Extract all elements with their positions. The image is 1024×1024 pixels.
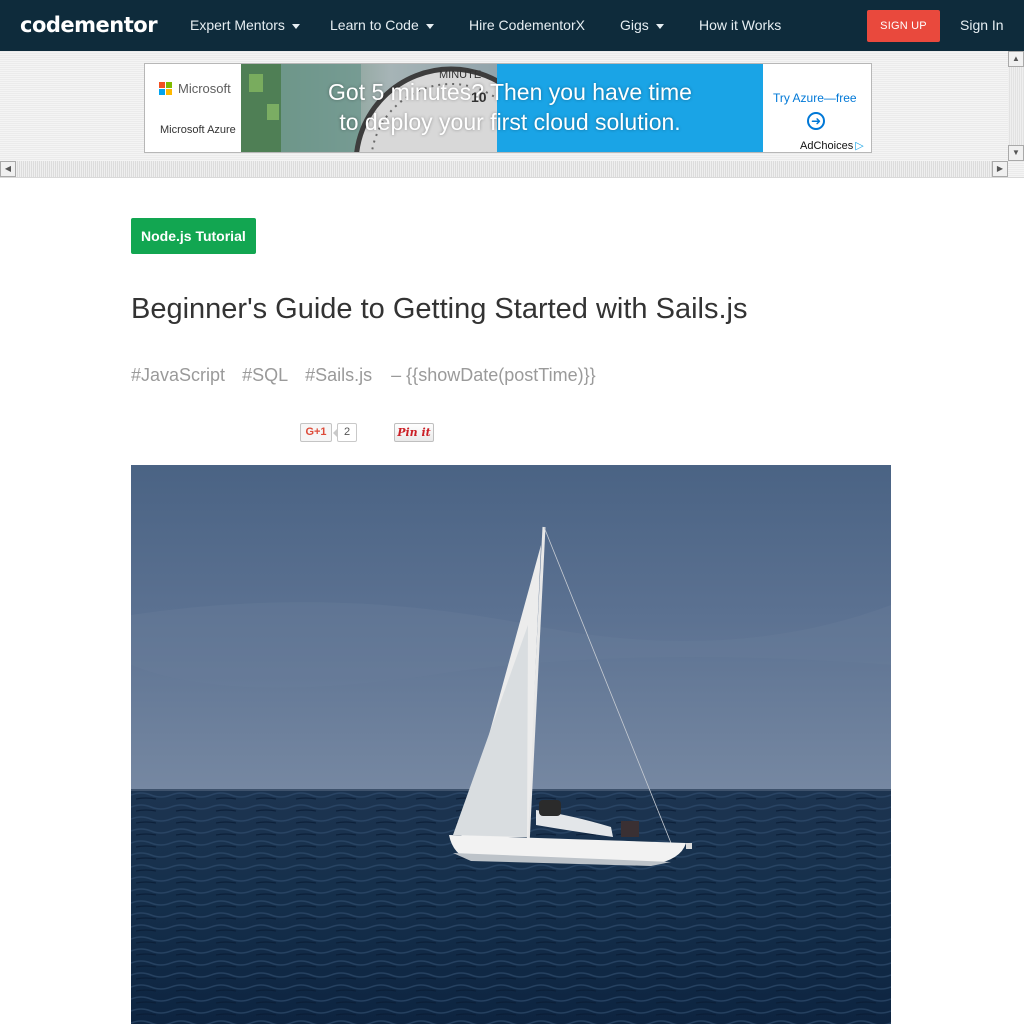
nav-learn-to-code-label: Learn to Code (330, 17, 419, 33)
ad-product: Microsoft Azure (160, 124, 236, 136)
post-date: – {{showDate(postTime)}} (391, 365, 596, 385)
nav-expert-mentors[interactable]: Expert Mentors (190, 17, 300, 33)
nav-how-it-works-label: How it Works (699, 17, 782, 33)
article-meta: #JavaScript #SQL #Sails.js – {{showDate(… (131, 365, 596, 386)
ad-horizontal-scrollbar[interactable]: ◀ ▶ (0, 161, 1008, 177)
chevron-down-icon (655, 23, 664, 29)
scroll-up-icon[interactable]: ▲ (1008, 51, 1024, 67)
google-plus-count: 2 (333, 423, 357, 442)
ad-headline: Got 5 minutes? Then you have time to dep… (305, 77, 715, 137)
nav-gigs[interactable]: Gigs (620, 17, 664, 33)
ad-brand: Microsoft (178, 81, 231, 96)
adchoices-icon: ▷ (855, 140, 864, 152)
sailboat-illustration (131, 465, 891, 1024)
signup-button[interactable]: SIGN UP (867, 10, 940, 42)
ad-headline-line1: Got 5 minutes? Then you have time (328, 79, 692, 105)
chevron-down-icon (291, 23, 300, 29)
ad-headline-line2: to deploy your first cloud solution. (339, 109, 681, 135)
arrow-right-icon[interactable]: ➜ (807, 112, 825, 130)
signin-link[interactable]: Sign In (960, 17, 1004, 33)
nav-hire-codementorx-label: Hire CodementorX (469, 17, 585, 33)
adchoices-link[interactable]: AdChoices ▷ (797, 138, 867, 152)
ad-iframe: MINUTE 10 Got 5 minutes? Then you have t… (0, 51, 1024, 178)
top-navbar: codementor Expert Mentors Learn to Code … (0, 0, 1024, 51)
nav-expert-mentors-label: Expert Mentors (190, 17, 285, 33)
article-title: Beginner's Guide to Getting Started with… (131, 293, 748, 325)
nav-hire-codementorx[interactable]: Hire CodementorX (469, 17, 585, 33)
ad-vertical-scrollbar[interactable]: ▲ ▼ (1008, 51, 1024, 161)
nav-learn-to-code[interactable]: Learn to Code (330, 17, 434, 33)
pinterest-button[interactable]: Pin it (394, 423, 434, 442)
scroll-left-icon[interactable]: ◀ (0, 161, 16, 177)
hero-image (131, 465, 891, 1024)
nav-gigs-label: Gigs (620, 17, 649, 33)
scroll-right-icon[interactable]: ▶ (992, 161, 1008, 177)
category-tag[interactable]: Node.js Tutorial (131, 218, 256, 254)
codementor-logo[interactable]: codementor (20, 13, 158, 37)
adchoices-label: AdChoices (800, 140, 854, 152)
google-plus-button[interactable]: G+1 (300, 423, 332, 442)
tag-sql[interactable]: #SQL (242, 365, 288, 385)
tag-sailsjs[interactable]: #Sails.js (305, 365, 372, 385)
microsoft-logo-icon (159, 82, 172, 95)
nav-how-it-works[interactable]: How it Works (699, 17, 781, 33)
chevron-down-icon (425, 23, 434, 29)
tag-javascript[interactable]: #JavaScript (131, 365, 225, 385)
try-azure-link[interactable]: Try Azure—free (773, 91, 857, 105)
scroll-down-icon[interactable]: ▼ (1008, 145, 1024, 161)
azure-ad-banner[interactable]: MINUTE 10 Got 5 minutes? Then you have t… (144, 63, 872, 153)
